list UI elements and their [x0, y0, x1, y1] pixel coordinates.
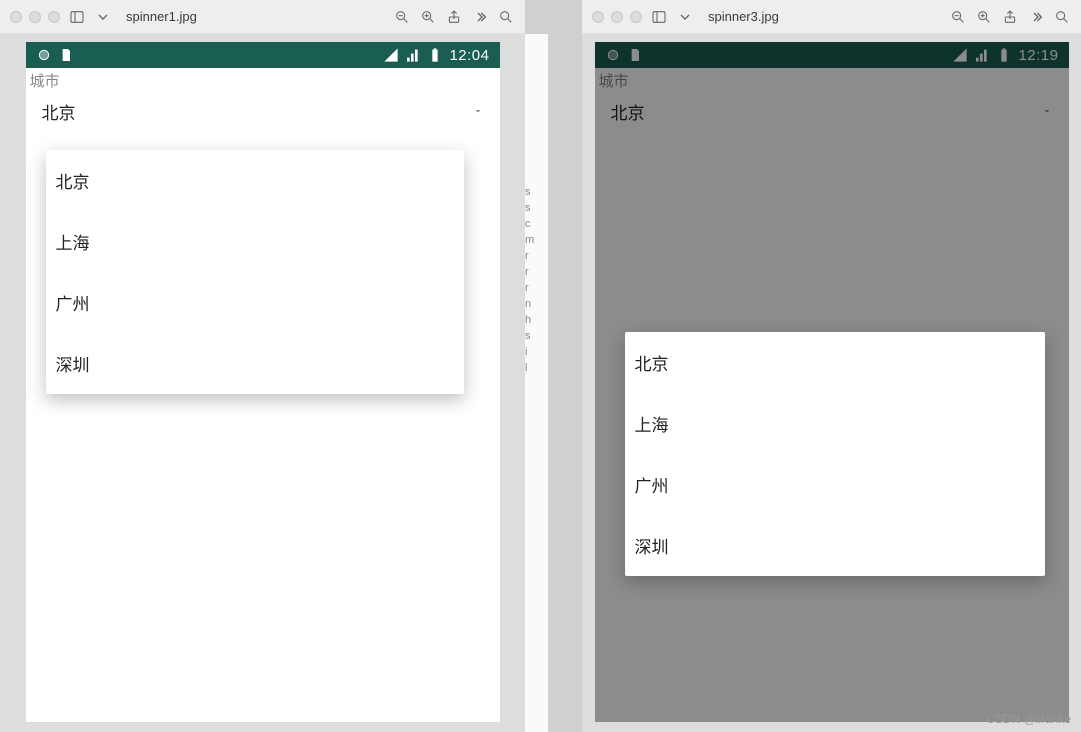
titlebar: spinner3.jpg [582, 0, 1081, 34]
zoom-out-icon[interactable] [949, 8, 967, 26]
spinner-value: 北京 [42, 99, 76, 124]
zoom-in-icon[interactable] [419, 8, 437, 26]
window-title: spinner3.jpg [708, 9, 779, 24]
dropdown-item[interactable]: 深圳 [46, 333, 464, 394]
spinner-label: 城市 [26, 68, 500, 91]
sidebar-icon[interactable] [650, 8, 668, 26]
watermark-text: CSDN @liranke [986, 712, 1071, 726]
more-icon[interactable] [471, 8, 489, 26]
wifi-icon [383, 47, 399, 63]
phone-screenshot: 12:04 城市 北京 北京 上海 广州 深圳 [26, 42, 500, 722]
titlebar: spinner1.jpg [0, 0, 525, 34]
search-icon[interactable] [497, 8, 515, 26]
dropdown-list: 北京 上海 广州 深圳 [46, 150, 464, 394]
spinner-field[interactable]: 北京 [26, 91, 500, 132]
zoom-out-icon[interactable] [393, 8, 411, 26]
close-dot[interactable] [592, 11, 604, 23]
dropdown-arrow-icon [472, 102, 484, 122]
sd-card-icon [58, 47, 74, 63]
chevron-down-icon[interactable] [94, 8, 112, 26]
preview-area: 12:04 城市 北京 北京 上海 广州 深圳 [0, 34, 525, 732]
close-dot[interactable] [10, 11, 22, 23]
zoom-dot[interactable] [48, 11, 60, 23]
dropdown-item[interactable]: 上海 [46, 211, 464, 272]
traffic-lights [592, 11, 642, 23]
minimize-dot[interactable] [29, 11, 41, 23]
minimize-dot[interactable] [611, 11, 623, 23]
status-time: 12:04 [449, 47, 489, 64]
zoom-in-icon[interactable] [975, 8, 993, 26]
signal-icon [405, 47, 421, 63]
mac-preview-window-right: spinner3.jpg [582, 0, 1081, 732]
app-circle-icon [36, 47, 52, 63]
window-title: spinner1.jpg [126, 9, 197, 24]
dialog-list: 北京 上海 广州 深圳 [625, 332, 1045, 576]
background-text-strip: s s c m r r r n h s i l [525, 34, 548, 732]
phone-screenshot: 12:19 城市 北京 北京 上海 广州 深圳 [595, 42, 1069, 722]
preview-area: 12:19 城市 北京 北京 上海 广州 深圳 [582, 34, 1081, 732]
sidebar-icon[interactable] [68, 8, 86, 26]
traffic-lights [10, 11, 60, 23]
share-icon[interactable] [445, 8, 463, 26]
mac-preview-window-left: spinner1.jpg [0, 0, 525, 732]
dialog-item[interactable]: 深圳 [625, 515, 1045, 576]
search-icon[interactable] [1053, 8, 1071, 26]
more-icon[interactable] [1027, 8, 1045, 26]
dropdown-item[interactable]: 北京 [46, 150, 464, 211]
share-icon[interactable] [1001, 8, 1019, 26]
chevron-down-icon[interactable] [676, 8, 694, 26]
dropdown-item[interactable]: 广州 [46, 272, 464, 333]
dialog-item[interactable]: 北京 [625, 332, 1045, 393]
battery-icon [427, 47, 443, 63]
zoom-dot[interactable] [630, 11, 642, 23]
dialog-item[interactable]: 广州 [625, 454, 1045, 515]
android-statusbar: 12:04 [26, 42, 500, 68]
dialog-item[interactable]: 上海 [625, 393, 1045, 454]
